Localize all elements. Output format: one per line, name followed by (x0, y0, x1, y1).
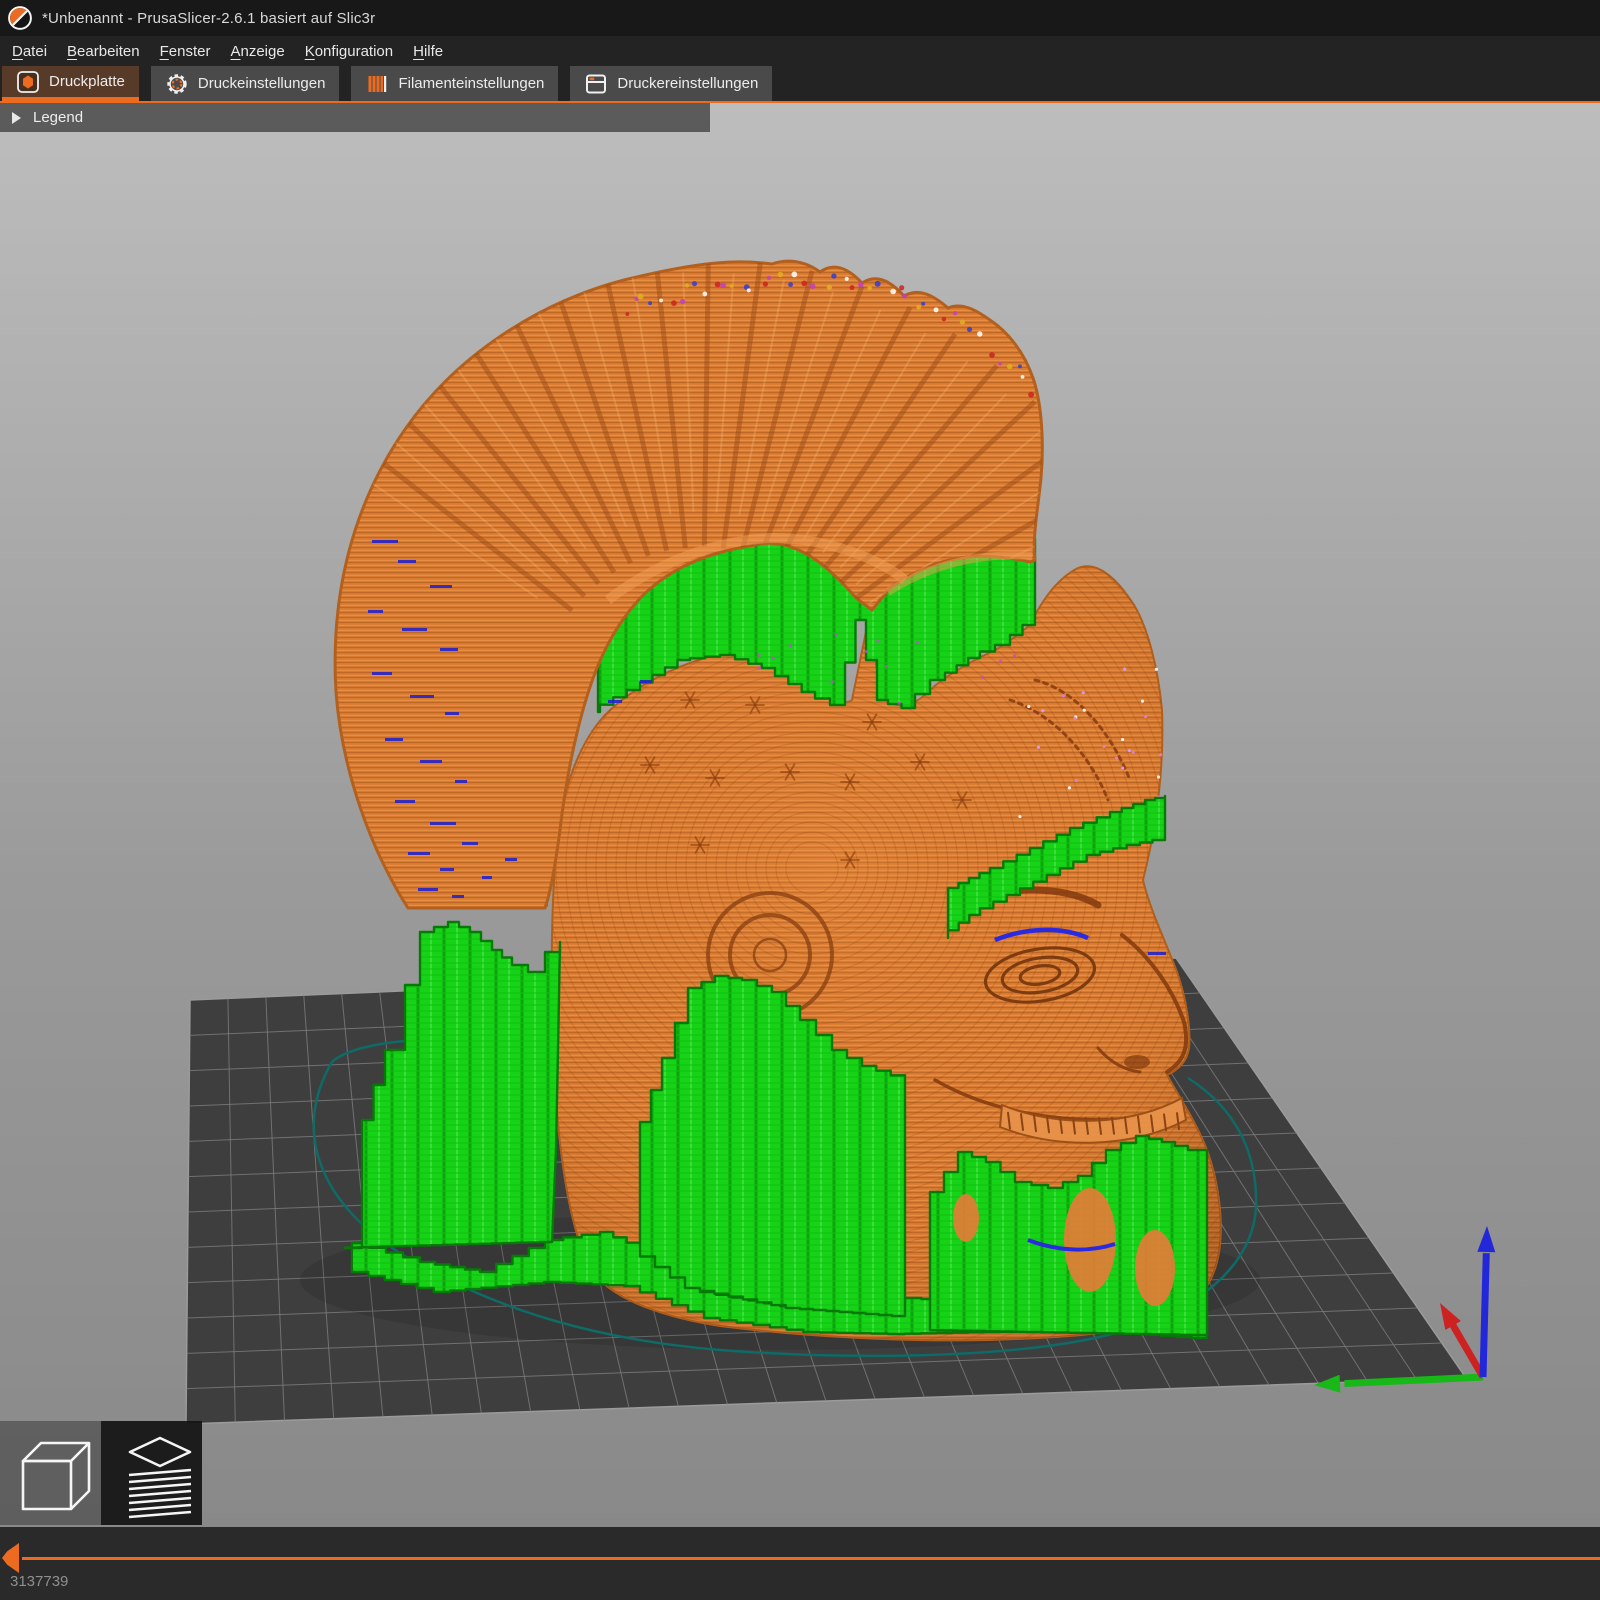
legend-label: Legend (33, 109, 84, 126)
layers-icon (128, 1436, 191, 1519)
preview-view-button[interactable] (101, 1421, 202, 1525)
menu-hilfe[interactable]: Hilfe (403, 36, 453, 66)
tab-label: Druckplatte (49, 73, 125, 90)
tab-druckeinstellungen[interactable]: Druckeinstellungen (150, 66, 340, 103)
viewport-3d[interactable]: Legend (0, 103, 1600, 1527)
titlebar: *Unbenannt - PrusaSlicer-2.6.1 basiert a… (0, 0, 1600, 36)
tab-label: Druckereinstellungen (617, 75, 759, 92)
printer-icon (586, 74, 607, 93)
menu-anzeige[interactable]: Anzeige (220, 36, 294, 66)
menubar: Datei Bearbeiten Fenster Anzeige Konfigu… (0, 36, 1600, 66)
3d-editor-view-button[interactable] (0, 1421, 101, 1525)
prusaslicer-logo-icon (8, 6, 32, 30)
tab-label: Filamenteinstellungen (398, 75, 545, 92)
tab-label: Druckeinstellungen (197, 75, 326, 92)
menu-fenster[interactable]: Fenster (150, 36, 221, 66)
slider-left-arrow[interactable] (2, 1543, 19, 1573)
move-slider-bar: 3137739 (0, 1527, 1600, 1600)
move-slider[interactable] (22, 1557, 1600, 1560)
menu-konfiguration[interactable]: Konfiguration (295, 36, 403, 66)
view-mode-toolbar (0, 1421, 202, 1525)
tab-filamenteinstellungen[interactable]: Filamenteinstellungen (351, 66, 559, 103)
slider-value: 3137739 (10, 1573, 69, 1590)
tab-druckplatte[interactable]: Druckplatte (2, 66, 139, 103)
expand-triangle-icon (12, 111, 21, 124)
gear-icon (167, 73, 187, 94)
window-title: *Unbenannt - PrusaSlicer-2.6.1 basiert a… (42, 9, 376, 27)
viewport-3d-scene[interactable] (0, 103, 1600, 1527)
menu-datei[interactable]: Datei (2, 36, 57, 66)
settings-tabbar: Druckplatte Druckeinstellungen Filamente… (0, 66, 1600, 103)
filament-icon (368, 75, 387, 92)
menu-bearbeiten[interactable]: Bearbeiten (57, 36, 150, 66)
cube-icon (21, 1441, 90, 1511)
print-plate-icon (17, 70, 39, 93)
legend-panel-collapsed[interactable]: Legend (0, 103, 710, 132)
tab-druckereinstellungen[interactable]: Druckereinstellungen (570, 66, 773, 103)
